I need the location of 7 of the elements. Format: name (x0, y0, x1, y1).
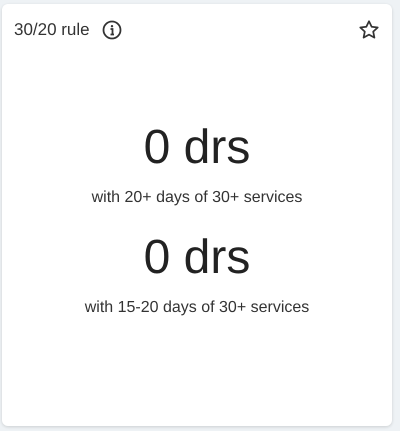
stat-value: 0 drs (144, 230, 250, 286)
stat-caption: with 15-20 days of 30+ services (84, 298, 310, 318)
stat-value: 0 drs (144, 120, 250, 176)
star-icon[interactable] (358, 18, 380, 41)
stat-caption: with 20+ days of 30+ services (92, 188, 302, 208)
card-title: 30/20 rule (14, 19, 90, 41)
info-icon[interactable] (102, 20, 122, 40)
